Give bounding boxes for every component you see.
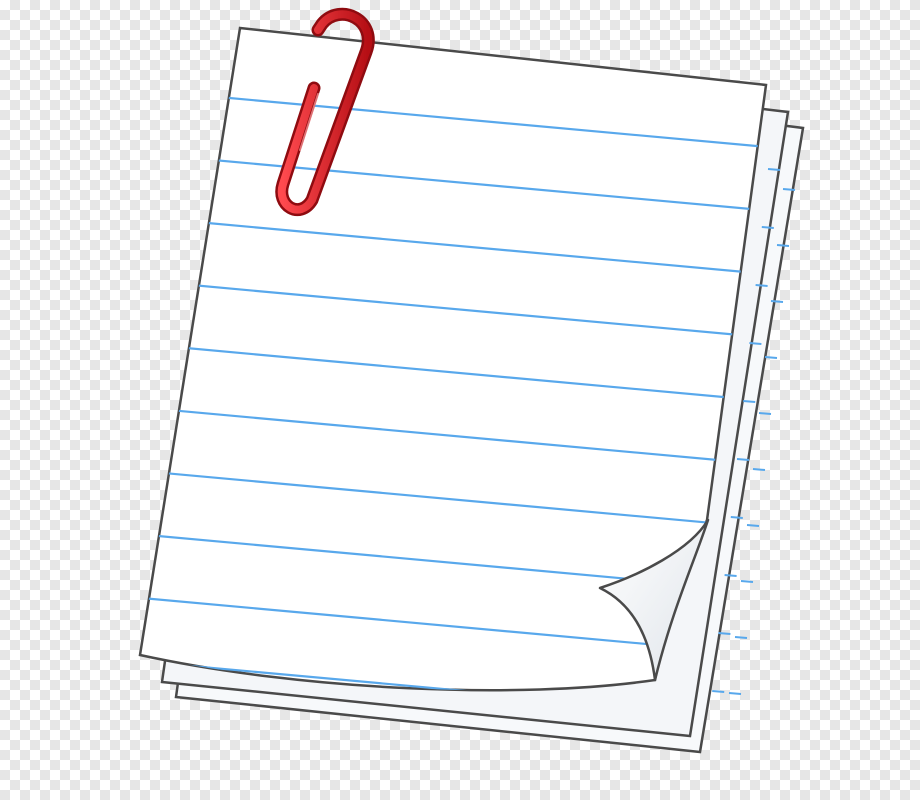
rule-mark bbox=[730, 516, 743, 519]
rule-mark bbox=[752, 468, 766, 471]
rule-mark bbox=[743, 400, 756, 403]
rule-mark bbox=[782, 188, 796, 191]
rule-mark bbox=[776, 244, 790, 247]
lined-paper-stack-illustration bbox=[138, 7, 805, 754]
rule-mark bbox=[712, 690, 725, 693]
rule-mark bbox=[764, 356, 778, 359]
rule-mark bbox=[746, 524, 760, 527]
rule-mark bbox=[749, 342, 762, 345]
rule-mark bbox=[761, 226, 774, 229]
rule-mark bbox=[758, 412, 772, 415]
rule-mark bbox=[724, 574, 737, 577]
rule-mark bbox=[740, 580, 754, 583]
rule-mark bbox=[770, 300, 784, 303]
rule-mark bbox=[767, 168, 781, 171]
rule-mark bbox=[736, 458, 750, 461]
rule-mark bbox=[728, 692, 742, 695]
transparent-background bbox=[0, 0, 920, 800]
rule-mark bbox=[734, 636, 748, 639]
rule-mark bbox=[718, 632, 731, 635]
rule-mark bbox=[755, 284, 768, 287]
